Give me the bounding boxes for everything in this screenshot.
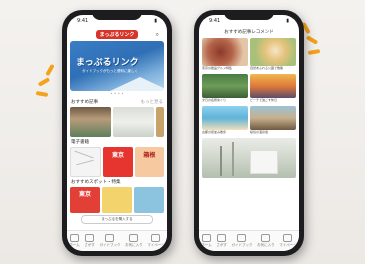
banner-mountain bbox=[110, 77, 164, 91]
heart-icon bbox=[129, 234, 139, 242]
user-icon bbox=[151, 234, 161, 242]
book-cover[interactable]: 東京 bbox=[103, 147, 133, 177]
recommend-header: おすすめ記事レコメンド bbox=[199, 27, 299, 38]
section-title: おすすめ記事 bbox=[71, 100, 98, 105]
tab-home[interactable]: ホーム bbox=[201, 234, 212, 248]
tab-guidebook[interactable]: ガイドブック bbox=[99, 234, 120, 248]
section-title: おすすめスポット・特集 bbox=[71, 180, 121, 185]
book-cover[interactable] bbox=[134, 187, 164, 213]
home-icon bbox=[202, 234, 212, 242]
status-time: 9:41 bbox=[77, 18, 89, 24]
guidebook-row: 東京 箱根 bbox=[67, 147, 167, 177]
article-image bbox=[250, 38, 296, 66]
search-icon bbox=[85, 234, 95, 242]
status-time: 9:41 bbox=[209, 18, 221, 24]
tab-bar: ホーム さがす ガイドブック お気に入り マイページ bbox=[67, 230, 167, 251]
section-title: 電子書籍 bbox=[71, 140, 89, 145]
section-header-spots: おすすめスポット・特集 bbox=[67, 177, 167, 187]
battery-icon: ▮ bbox=[154, 18, 157, 24]
user-icon bbox=[283, 234, 293, 242]
banner-title: まっぷるリンク bbox=[76, 58, 139, 68]
tab-guidebook[interactable]: ガイドブック bbox=[231, 234, 252, 248]
article-caption: 夕日の名所めぐり bbox=[202, 98, 227, 102]
article-image bbox=[202, 106, 248, 130]
phone-left-screen: 9:41 ▮ まっぷるリンク ⌕ まっぷるリンク ガイドブックがもっと便利に楽し… bbox=[67, 15, 167, 251]
tab-bar: ホーム さがす ガイドブック お気に入り マイページ bbox=[199, 230, 299, 251]
section-header-recent: おすすめ記事 もっと見る bbox=[67, 97, 167, 107]
phone-notch bbox=[224, 10, 274, 20]
article-card[interactable]: 秘境の温泉宿 bbox=[250, 106, 296, 136]
book-cover[interactable]: 東京 bbox=[70, 187, 100, 213]
section-header-guides: 電子書籍 bbox=[67, 137, 167, 147]
article-thumb[interactable] bbox=[70, 107, 111, 137]
search-icon[interactable]: ⌕ bbox=[156, 31, 159, 39]
header-title: おすすめ記事レコメンド bbox=[224, 30, 274, 35]
article-card[interactable]: 夕日の名所めぐり bbox=[202, 74, 248, 104]
article-thumb[interactable] bbox=[113, 107, 154, 137]
featured-image[interactable] bbox=[202, 138, 296, 178]
map-thumbnail[interactable] bbox=[70, 147, 102, 177]
article-card[interactable]: 古都の街並み散歩 bbox=[202, 106, 248, 136]
heart-icon bbox=[261, 234, 271, 242]
book-icon bbox=[237, 234, 247, 242]
article-grid: 東京の絶品グルメ特集 自然あふれる公園で散策 夕日の名所めぐり ビーチで過ごす休… bbox=[199, 38, 299, 136]
tab-search[interactable]: さがす bbox=[216, 234, 227, 248]
book-cover[interactable] bbox=[102, 187, 132, 213]
tab-mypage[interactable]: マイページ bbox=[279, 234, 297, 248]
phone-left: 9:41 ▮ まっぷるリンク ⌕ まっぷるリンク ガイドブックがもっと便利に楽し… bbox=[62, 10, 172, 256]
phone-notch bbox=[92, 10, 142, 20]
article-card[interactable]: ビーチで過ごす休日 bbox=[250, 74, 296, 104]
tab-favorites[interactable]: お気に入り bbox=[125, 234, 143, 248]
phone-right-screen: 9:41 ▮ おすすめ記事レコメンド 東京の絶品グルメ特集 自然あふれる公園で散… bbox=[199, 15, 299, 251]
app-logo[interactable]: まっぷるリンク bbox=[95, 29, 139, 39]
article-card[interactable]: 自然あふれる公園で散策 bbox=[250, 38, 296, 72]
article-caption: ビーチで過ごす休日 bbox=[250, 98, 278, 102]
banner-subtitle: ガイドブックがもっと便利に楽しく bbox=[82, 69, 138, 73]
article-card[interactable]: 東京の絶品グルメ特集 bbox=[202, 38, 248, 72]
article-image bbox=[250, 106, 296, 130]
hero-banner[interactable]: まっぷるリンク ガイドブックがもっと便利に楽しく bbox=[70, 41, 164, 91]
tab-favorites[interactable]: お気に入り bbox=[257, 234, 275, 248]
photo-background: 9:41 ▮ まっぷるリンク ⌕ まっぷるリンク ガイドブックがもっと便利に楽し… bbox=[0, 0, 365, 264]
article-image bbox=[202, 74, 248, 98]
spots-row: 東京 bbox=[67, 187, 167, 213]
search-icon bbox=[217, 234, 227, 242]
battery-icon: ▮ bbox=[286, 18, 289, 24]
app-header: まっぷるリンク ⌕ bbox=[67, 27, 167, 41]
article-caption: 自然あふれる公園で散策 bbox=[250, 66, 284, 70]
tab-search[interactable]: さがす bbox=[84, 234, 95, 248]
more-link[interactable]: もっと見る bbox=[141, 99, 164, 105]
book-cover[interactable]: 箱根 bbox=[134, 147, 164, 177]
recent-articles-row bbox=[67, 107, 167, 137]
book-icon bbox=[105, 234, 115, 242]
phone-right: 9:41 ▮ おすすめ記事レコメンド 東京の絶品グルメ特集 自然あふれる公園で散… bbox=[194, 10, 304, 256]
article-image bbox=[202, 38, 248, 66]
article-caption: 古都の街並み散歩 bbox=[202, 130, 227, 134]
home-icon bbox=[70, 234, 80, 242]
article-thumb[interactable] bbox=[156, 107, 164, 137]
article-caption: 秘境の温泉宿 bbox=[250, 130, 269, 134]
tab-mypage[interactable]: マイページ bbox=[147, 234, 165, 248]
tab-home[interactable]: ホーム bbox=[69, 234, 80, 248]
article-caption: 東京の絶品グルメ特集 bbox=[202, 66, 233, 70]
article-image bbox=[250, 74, 296, 98]
purchase-button[interactable]: まっぷるを購入する bbox=[81, 215, 153, 224]
